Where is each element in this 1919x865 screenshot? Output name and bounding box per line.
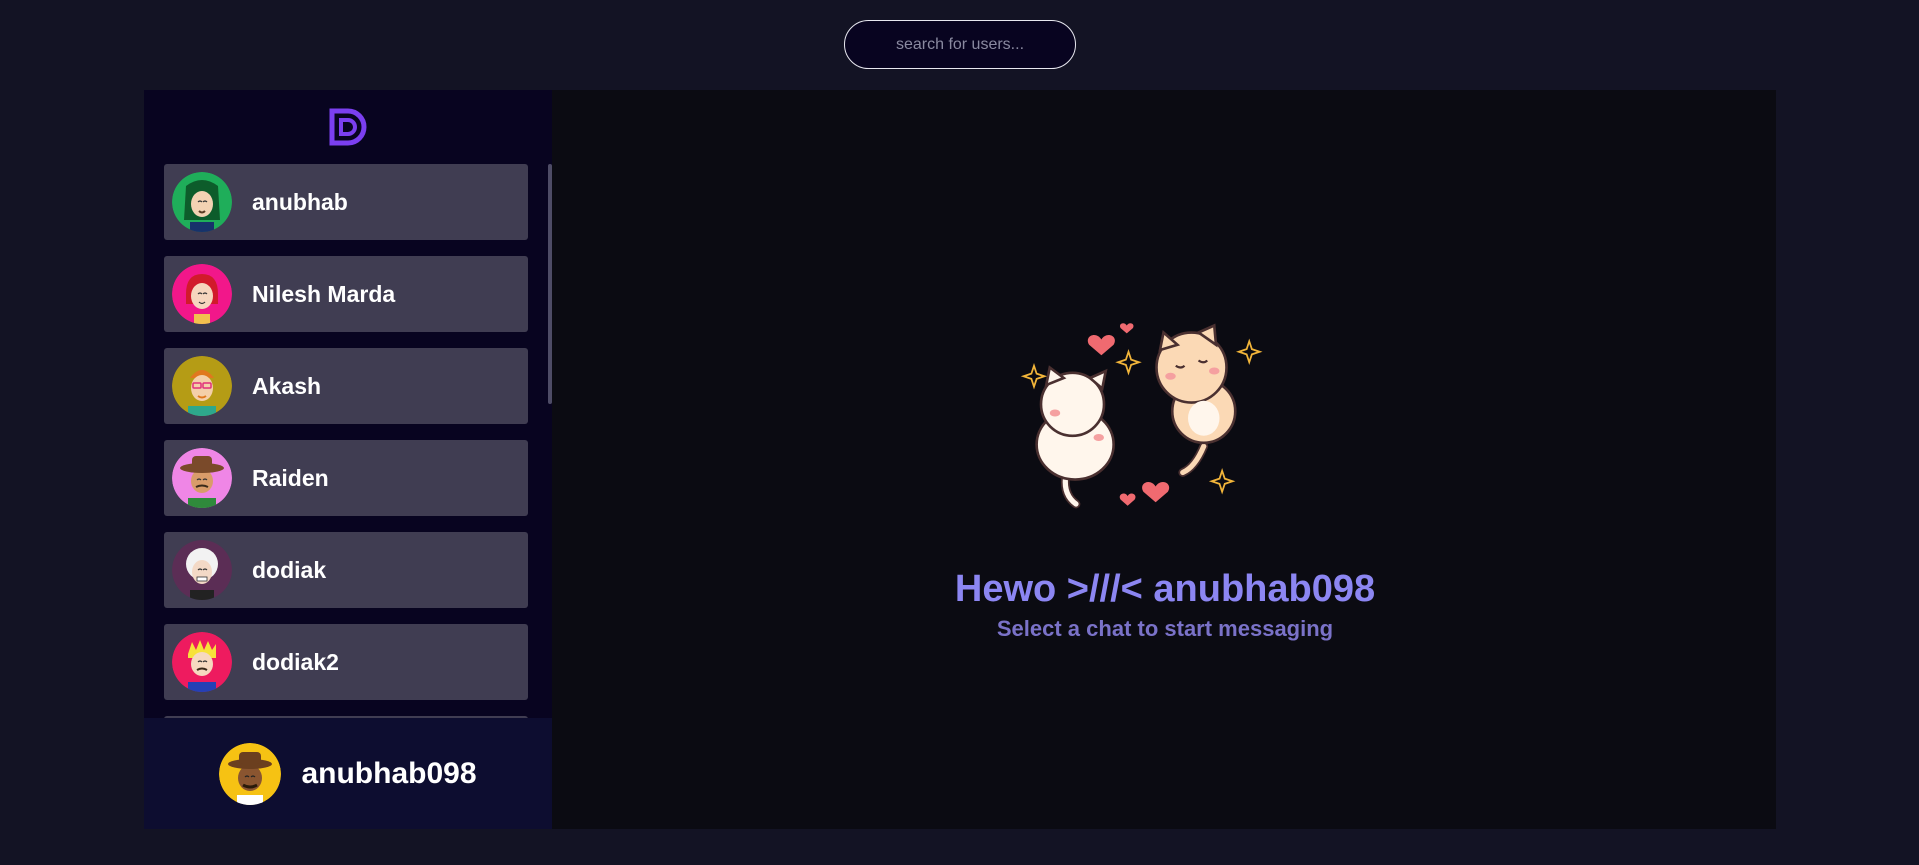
contact-name: dodiak (252, 556, 327, 583)
welcome-subtitle: Select a chat to start messaging (996, 616, 1334, 641)
contact-name: Raiden (252, 464, 329, 491)
contact-item[interactable]: Nilesh Marda (164, 256, 528, 332)
avatar (172, 172, 232, 232)
contact-item[interactable]: Raiden (164, 440, 528, 516)
contact-name: Nilesh Marda (252, 280, 396, 307)
avatar (172, 264, 232, 324)
contact-name: anubhab (252, 188, 348, 215)
search-input[interactable] (845, 20, 1075, 69)
search-bar[interactable] (844, 20, 1076, 69)
app-logo-icon (329, 108, 367, 146)
contact-list[interactable]: anubhab Nilesh Marda Akash Raiden dodiak… (144, 164, 552, 809)
chat-container: anubhab Nilesh Marda Akash Raiden dodiak… (144, 90, 1776, 829)
cats-illustration (1020, 323, 1263, 509)
contact-name: Akash (252, 372, 322, 399)
welcome-title: Hewo >///< anubhab098 (954, 568, 1376, 610)
contact-item[interactable]: dodiak (164, 532, 528, 608)
avatar (219, 742, 282, 805)
contact-name: dodiak2 (252, 648, 339, 675)
avatar (172, 356, 232, 416)
current-user-name: anubhab098 (301, 756, 477, 790)
contact-item[interactable]: dodiak2 (164, 624, 528, 700)
contact-item[interactable]: Akash (164, 348, 528, 424)
avatar (172, 448, 232, 508)
avatar (172, 632, 232, 692)
avatar (172, 540, 232, 600)
contacts-sidebar: anubhab Nilesh Marda Akash Raiden dodiak… (144, 90, 552, 829)
current-user: anubhab098 (144, 718, 552, 829)
brand (144, 90, 552, 164)
contact-item[interactable]: anubhab (164, 164, 528, 240)
